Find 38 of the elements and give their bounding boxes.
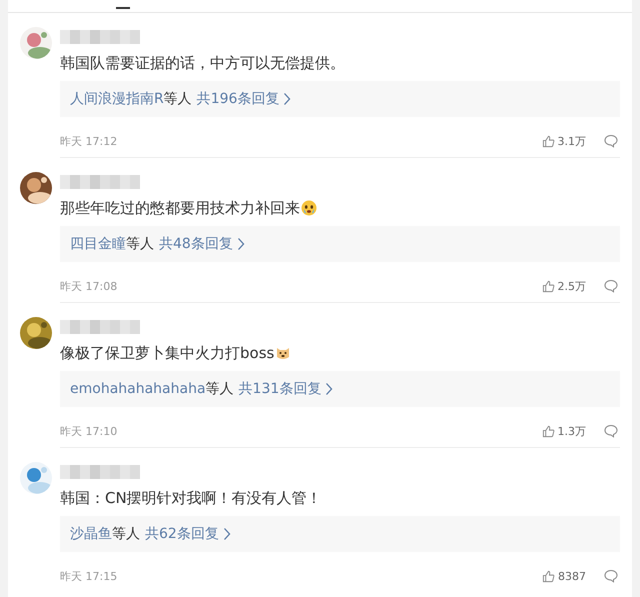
reply-suffix: 等人	[112, 525, 140, 543]
thumbs-up-icon[interactable]	[542, 134, 554, 148]
thumbs-up-icon[interactable]	[542, 424, 554, 438]
comment-text: 像极了保卫萝卜集中火力打boss	[60, 343, 274, 364]
like-count: 3.1万	[558, 134, 586, 148]
like-count: 8387	[558, 570, 586, 582]
comment-icon[interactable]	[604, 569, 618, 583]
comment-time: 昨天 17:15	[60, 568, 118, 584]
reply-user-link[interactable]: 人间浪漫指南R	[70, 90, 164, 108]
dog-emoji-icon	[275, 345, 292, 361]
reply-user-link[interactable]: 沙晶鱼	[70, 525, 112, 543]
thumbs-up-icon[interactable]	[542, 280, 554, 292]
reply-user-link[interactable]: 四目金瞳	[70, 235, 126, 253]
reply-count-link[interactable]: 共48条回复	[159, 235, 233, 253]
comment-time: 昨天 17:12	[60, 134, 118, 148]
reply-suffix: 等人	[206, 380, 234, 398]
reply-count-link[interactable]: 共196条回复	[196, 90, 280, 108]
reply-count-link[interactable]: 共131条回复	[238, 380, 322, 398]
chevron-right-icon[interactable]	[222, 527, 231, 541]
comment-text: 那些年吃过的憋都要用技术力补回来	[60, 198, 300, 219]
comment-icon[interactable]	[604, 134, 618, 148]
chevron-right-icon[interactable]	[283, 92, 292, 106]
comment-time: 昨天 17:10	[60, 424, 118, 438]
comment-icon[interactable]	[604, 279, 618, 293]
thumbs-up-icon[interactable]	[542, 570, 555, 582]
crying-emoji-icon	[301, 200, 317, 216]
reply-user-link[interactable]: emohahahahahaha	[70, 381, 206, 397]
reply-count-link[interactable]: 共62条回复	[145, 525, 219, 543]
like-count: 1.3万	[558, 424, 586, 438]
reply-suffix: 等人	[164, 90, 192, 108]
comment-icon[interactable]	[604, 424, 618, 438]
like-count: 2.5万	[558, 278, 586, 294]
comment-text: 韩国：CN摆明针对我啊！有没有人管！	[60, 488, 322, 509]
chevron-right-icon[interactable]	[236, 237, 245, 251]
reply-suffix: 等人	[126, 235, 154, 253]
comment-time: 昨天 17:08	[60, 278, 118, 294]
chevron-right-icon[interactable]	[325, 382, 334, 396]
comment-text: 韩国队需要证据的话，中方可以无偿提供。	[60, 53, 345, 74]
